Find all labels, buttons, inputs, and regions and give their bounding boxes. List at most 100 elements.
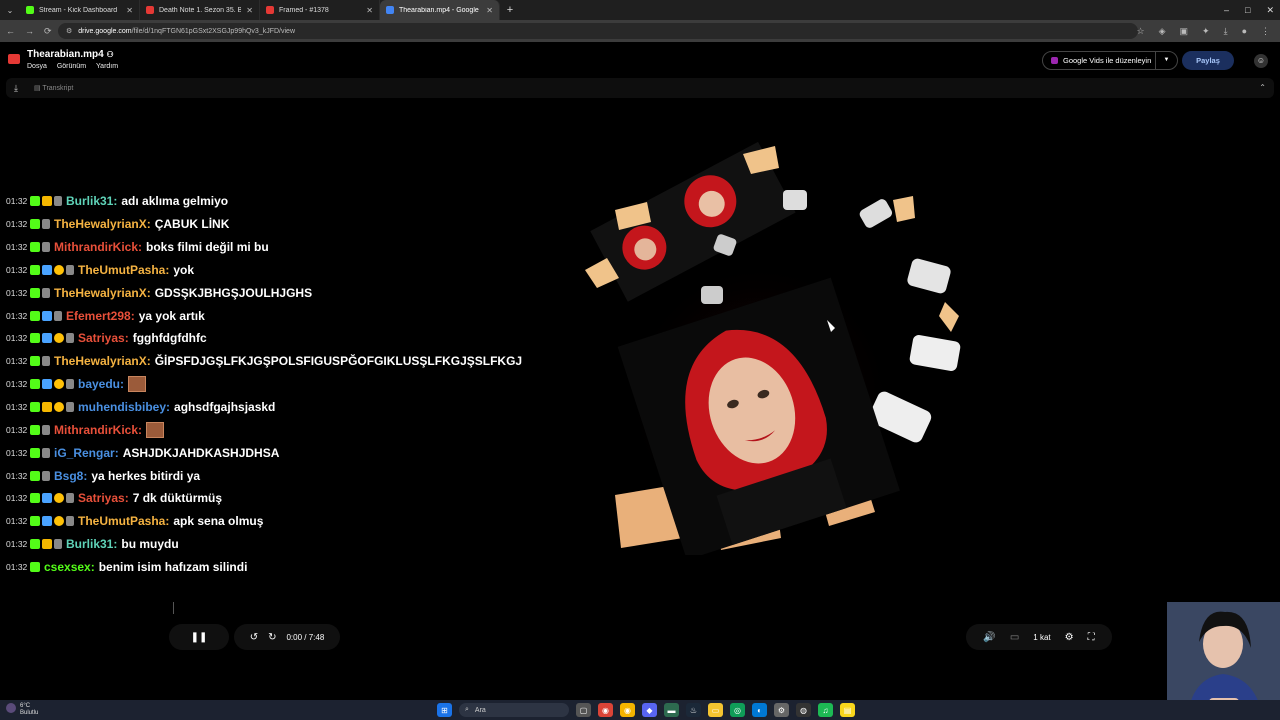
playback-speed[interactable]: 1 kat	[1033, 633, 1050, 642]
forward-10-icon[interactable]: ↻	[268, 632, 276, 643]
address-bar[interactable]: ⚙ drive.google.com/file/d/1nqFTGN61pGSxt…	[58, 23, 1138, 39]
browser-tab[interactable]: Framed - #1378 ✕	[260, 0, 380, 20]
fullscreen-icon[interactable]: ⛶	[1088, 632, 1095, 643]
tab-close-icon[interactable]: ✕	[366, 6, 373, 15]
browser-icon[interactable]: ◎	[730, 703, 745, 717]
puzzle-icon[interactable]: ✦	[1202, 26, 1210, 37]
chat-username[interactable]: csexsex	[44, 560, 91, 574]
start-icon[interactable]: ⊞	[437, 703, 452, 717]
spotify-icon[interactable]: ♫	[818, 703, 833, 717]
edit-in-vids-button[interactable]: Google Vids ile düzenleyin ▼	[1042, 51, 1178, 70]
download-icon[interactable]: ⤓	[1224, 26, 1228, 37]
volume-icon[interactable]: 🔊	[983, 632, 995, 643]
weather-condition: Bulutlu	[20, 710, 39, 716]
notes-icon[interactable]: ▤	[840, 703, 855, 717]
chat-username[interactable]: iG_Rengar	[54, 446, 115, 460]
site-info-icon[interactable]: ⚙	[66, 27, 72, 35]
chat-username[interactable]: Burlik31	[66, 537, 113, 551]
menu-dots-icon[interactable]: ⋮	[1261, 26, 1270, 37]
tab-close-icon[interactable]: ✕	[126, 6, 133, 15]
chat-username[interactable]: muhendisbibey	[78, 400, 166, 414]
chat-username[interactable]: Satriyas	[78, 331, 125, 345]
close-window-icon[interactable]: ✕	[1266, 5, 1274, 16]
menu-file[interactable]: Dosya	[27, 63, 47, 70]
chat-message: 01:32 bayedu:	[6, 373, 526, 396]
chat-username[interactable]: Efemert298	[66, 309, 131, 323]
browser-tab[interactable]: Death Note 1. Sezon 35. Bölüm ✕	[140, 0, 260, 20]
transcript-button[interactable]: ▤ Transkript	[34, 84, 73, 92]
share-button[interactable]: Paylaş	[1182, 51, 1234, 70]
badge-kick-icon	[30, 242, 40, 253]
seek-marker[interactable]	[173, 602, 174, 614]
badge-sword-icon	[42, 333, 52, 344]
chat-username[interactable]: Satriyas	[78, 491, 125, 505]
profile-icon[interactable]: ●	[1242, 26, 1247, 36]
vids-icon	[1051, 57, 1058, 64]
tab-favicon-icon	[266, 6, 274, 14]
envelope-5	[939, 302, 959, 332]
weather-widget[interactable]: 6°C Bulutlu	[6, 703, 38, 717]
badge-kick-icon	[30, 539, 40, 550]
bookmark-star-icon[interactable]: ☆	[1137, 26, 1145, 37]
tab-close-icon[interactable]: ✕	[486, 6, 493, 15]
back-icon[interactable]: ←	[6, 26, 15, 36]
chat-username[interactable]: Bsg8	[54, 469, 83, 483]
play-pause-button[interactable]: ❚❚	[169, 624, 229, 650]
badge-coin-icon	[54, 493, 64, 504]
badge-gray-icon	[42, 287, 50, 298]
badge-crown-icon	[42, 402, 52, 413]
chat-username[interactable]: bayedu	[78, 377, 120, 391]
viewer-toolbar: ⤓ ▤ Transkript ⌃	[6, 78, 1274, 98]
reload-icon[interactable]: ⟳	[44, 26, 52, 37]
chat-username[interactable]: Burlik31	[66, 194, 113, 208]
tab-close-icon[interactable]: ✕	[246, 6, 253, 15]
taskbar-search-label: Ara	[474, 706, 486, 714]
chat-username[interactable]: MithrandirKick	[54, 240, 138, 254]
browser-tab[interactable]: Thearabian.mp4 - Google Drive ✕	[380, 0, 500, 20]
maximize-icon[interactable]: □	[1245, 5, 1250, 15]
chat-colon: :	[90, 559, 95, 574]
chat-username[interactable]: TheHewalyrianX	[54, 354, 147, 368]
badge-kick-icon	[30, 379, 40, 390]
chat-username[interactable]: TheHewalyrianX	[54, 286, 147, 300]
minimize-icon[interactable]: –	[1224, 5, 1229, 15]
translate-icon[interactable]: ▣	[1180, 26, 1189, 37]
new-tab-icon[interactable]: +	[500, 4, 520, 16]
menu-help[interactable]: Yardım	[96, 63, 118, 70]
chat-message: 01:32 Satriyas:7 dk düktürmüş	[6, 487, 526, 510]
chrome-icon-1[interactable]: ◉	[598, 703, 613, 717]
tab-title: Death Note 1. Sezon 35. Bölüm	[159, 6, 242, 14]
browser-tab[interactable]: Stream - Kick Dashboard ✕	[20, 0, 140, 20]
tab-search-icon[interactable]: ⌄	[0, 0, 20, 20]
task-view-icon[interactable]: ▢	[576, 703, 591, 717]
app-icon[interactable]: ▬	[664, 703, 679, 717]
vids-dropdown-icon[interactable]: ▼	[1155, 52, 1177, 69]
edge-icon[interactable]: ◐	[752, 703, 767, 717]
folder-icon[interactable]: ▭	[708, 703, 723, 717]
chat-username[interactable]: TheUmutPasha	[78, 514, 165, 528]
chat-message: 01:32 TheHewalyrianX: GDSŞKJBHGŞJOULHJGHS	[6, 281, 526, 304]
badge-kick-icon	[30, 516, 40, 527]
badge-kick-icon	[30, 424, 40, 435]
taskbar-search[interactable]: ⌕ Ara	[459, 703, 569, 717]
badge-gray-icon	[66, 264, 74, 275]
obs-icon[interactable]: ◍	[796, 703, 811, 717]
collapse-chevron-icon[interactable]: ⌃	[1259, 83, 1266, 92]
badge-coin-icon	[54, 264, 64, 275]
chat-username[interactable]: TheHewalyrianX	[54, 217, 147, 231]
download-file-icon[interactable]: ⤓	[14, 83, 18, 94]
chrome-icon-2[interactable]: ◉	[620, 703, 635, 717]
rewind-10-icon[interactable]: ↺	[250, 632, 258, 643]
chat-username[interactable]: MithrandirKick	[54, 423, 138, 437]
chat-message: 01:32 Efemert298: ya yok artık	[6, 304, 526, 327]
settings-gear-icon[interactable]: ⚙	[1065, 632, 1074, 643]
forward-icon[interactable]: →	[25, 26, 34, 36]
extension-icon[interactable]: ◈	[1159, 26, 1166, 37]
captions-icon[interactable]: ▭	[1010, 632, 1019, 643]
account-avatar[interactable]: ☺	[1254, 54, 1268, 68]
steam-icon[interactable]: ♨	[686, 703, 701, 717]
discord-icon[interactable]: ◆	[642, 703, 657, 717]
chat-username[interactable]: TheUmutPasha	[78, 263, 165, 277]
settings-icon[interactable]: ⚙	[774, 703, 789, 717]
menu-view[interactable]: Görünüm	[57, 63, 86, 70]
